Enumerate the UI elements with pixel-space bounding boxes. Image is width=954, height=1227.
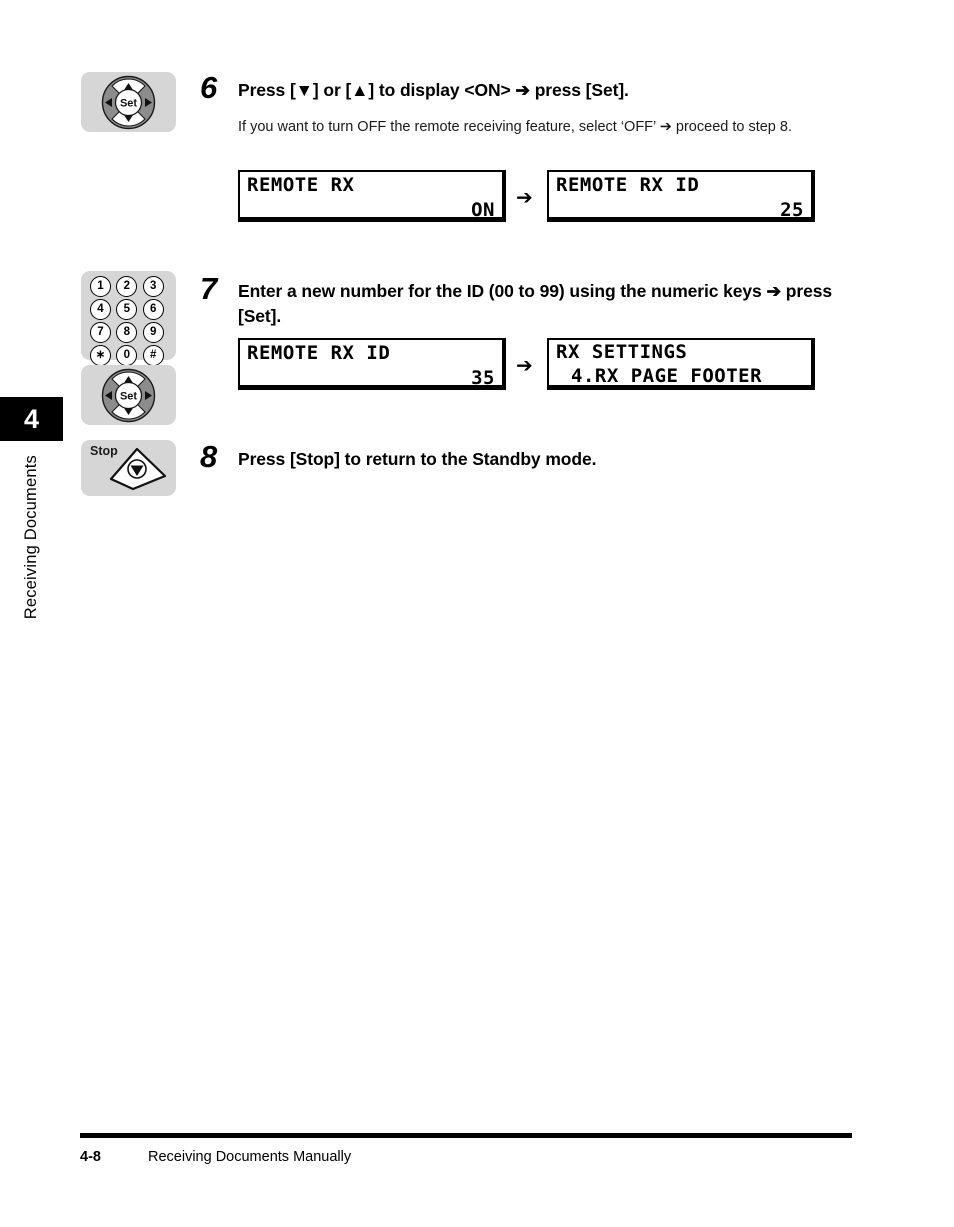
step-6-display-before: REMOTE RX ON (238, 170, 506, 222)
nav-set-dial-icon: Set (101, 75, 156, 130)
lcd-line-1: REMOTE RX ID (247, 342, 391, 364)
keypad-key: 2 (116, 276, 138, 297)
keypad-key: 1 (90, 276, 111, 297)
footer-section-title: Receiving Documents Manually (148, 1149, 352, 1165)
step-8-number: 8 (200, 439, 217, 474)
svg-text:Set: Set (120, 98, 137, 110)
keypad-key: 8 (116, 322, 138, 343)
lcd-value: 25 (780, 199, 804, 221)
lcd-line-2: 4.RX PAGE FOOTER (571, 365, 763, 387)
keypad-key: 6 (142, 299, 164, 320)
footer-page-number: 4-8 (80, 1149, 101, 1165)
keypad-key: 3 (142, 276, 164, 297)
chapter-tab-label: Receiving Documents (0, 455, 63, 675)
step-6-number: 6 (200, 70, 217, 105)
svg-text:Set: Set (120, 391, 137, 403)
step-7-number: 7 (200, 271, 217, 306)
step-7-display-after: RX SETTINGS 4.RX PAGE FOOTER (547, 338, 815, 390)
keypad-key: 4 (90, 299, 111, 320)
step-7-display-before: REMOTE RX ID 35 (238, 338, 506, 390)
lcd-value: 35 (471, 367, 495, 389)
footer-divider (80, 1133, 852, 1138)
step-6-transition-arrow: ➔ (516, 187, 533, 209)
step-6-body: If you want to turn OFF the remote recei… (238, 119, 792, 135)
keypad-key: 7 (90, 322, 111, 343)
keypad-key: 9 (142, 322, 164, 343)
numeric-keypad-icon: 1 2 3 4 5 6 7 8 9 ∗ 0 # (90, 276, 167, 366)
keypad-key: # (142, 345, 164, 366)
lcd-line-1: REMOTE RX ID (556, 174, 700, 196)
step-6-title: Press [▼] or [▲] to display <ON> ➔ press… (238, 80, 629, 100)
keypad-key: ∗ (90, 345, 111, 366)
step-6-display-after: REMOTE RX ID 25 (547, 170, 815, 222)
keypad-key: 5 (116, 299, 138, 320)
step-7-transition-arrow: ➔ (516, 355, 533, 377)
nav-set-dial-icon: Set (101, 368, 156, 423)
keypad-key: 0 (116, 345, 138, 366)
lcd-line-1: REMOTE RX (247, 174, 355, 196)
step-8-title: Press [Stop] to return to the Standby mo… (238, 449, 597, 469)
lcd-cursor-digit: 5 (483, 367, 495, 389)
chapter-tab-number: 4 (0, 397, 63, 441)
lcd-value-digits: 2 (780, 199, 793, 221)
chapter-label-text: Receiving Documents (22, 455, 40, 620)
lcd-line-1: RX SETTINGS (556, 341, 688, 363)
lcd-value: ON (471, 199, 495, 221)
chapter-number: 4 (23, 403, 40, 434)
lcd-value-digits: 3 (471, 367, 484, 389)
stop-key-icon (109, 447, 167, 491)
lcd-cursor-digit: 5 (792, 199, 804, 221)
step-7-title: Enter a new number for the ID (00 to 99)… (238, 281, 832, 326)
